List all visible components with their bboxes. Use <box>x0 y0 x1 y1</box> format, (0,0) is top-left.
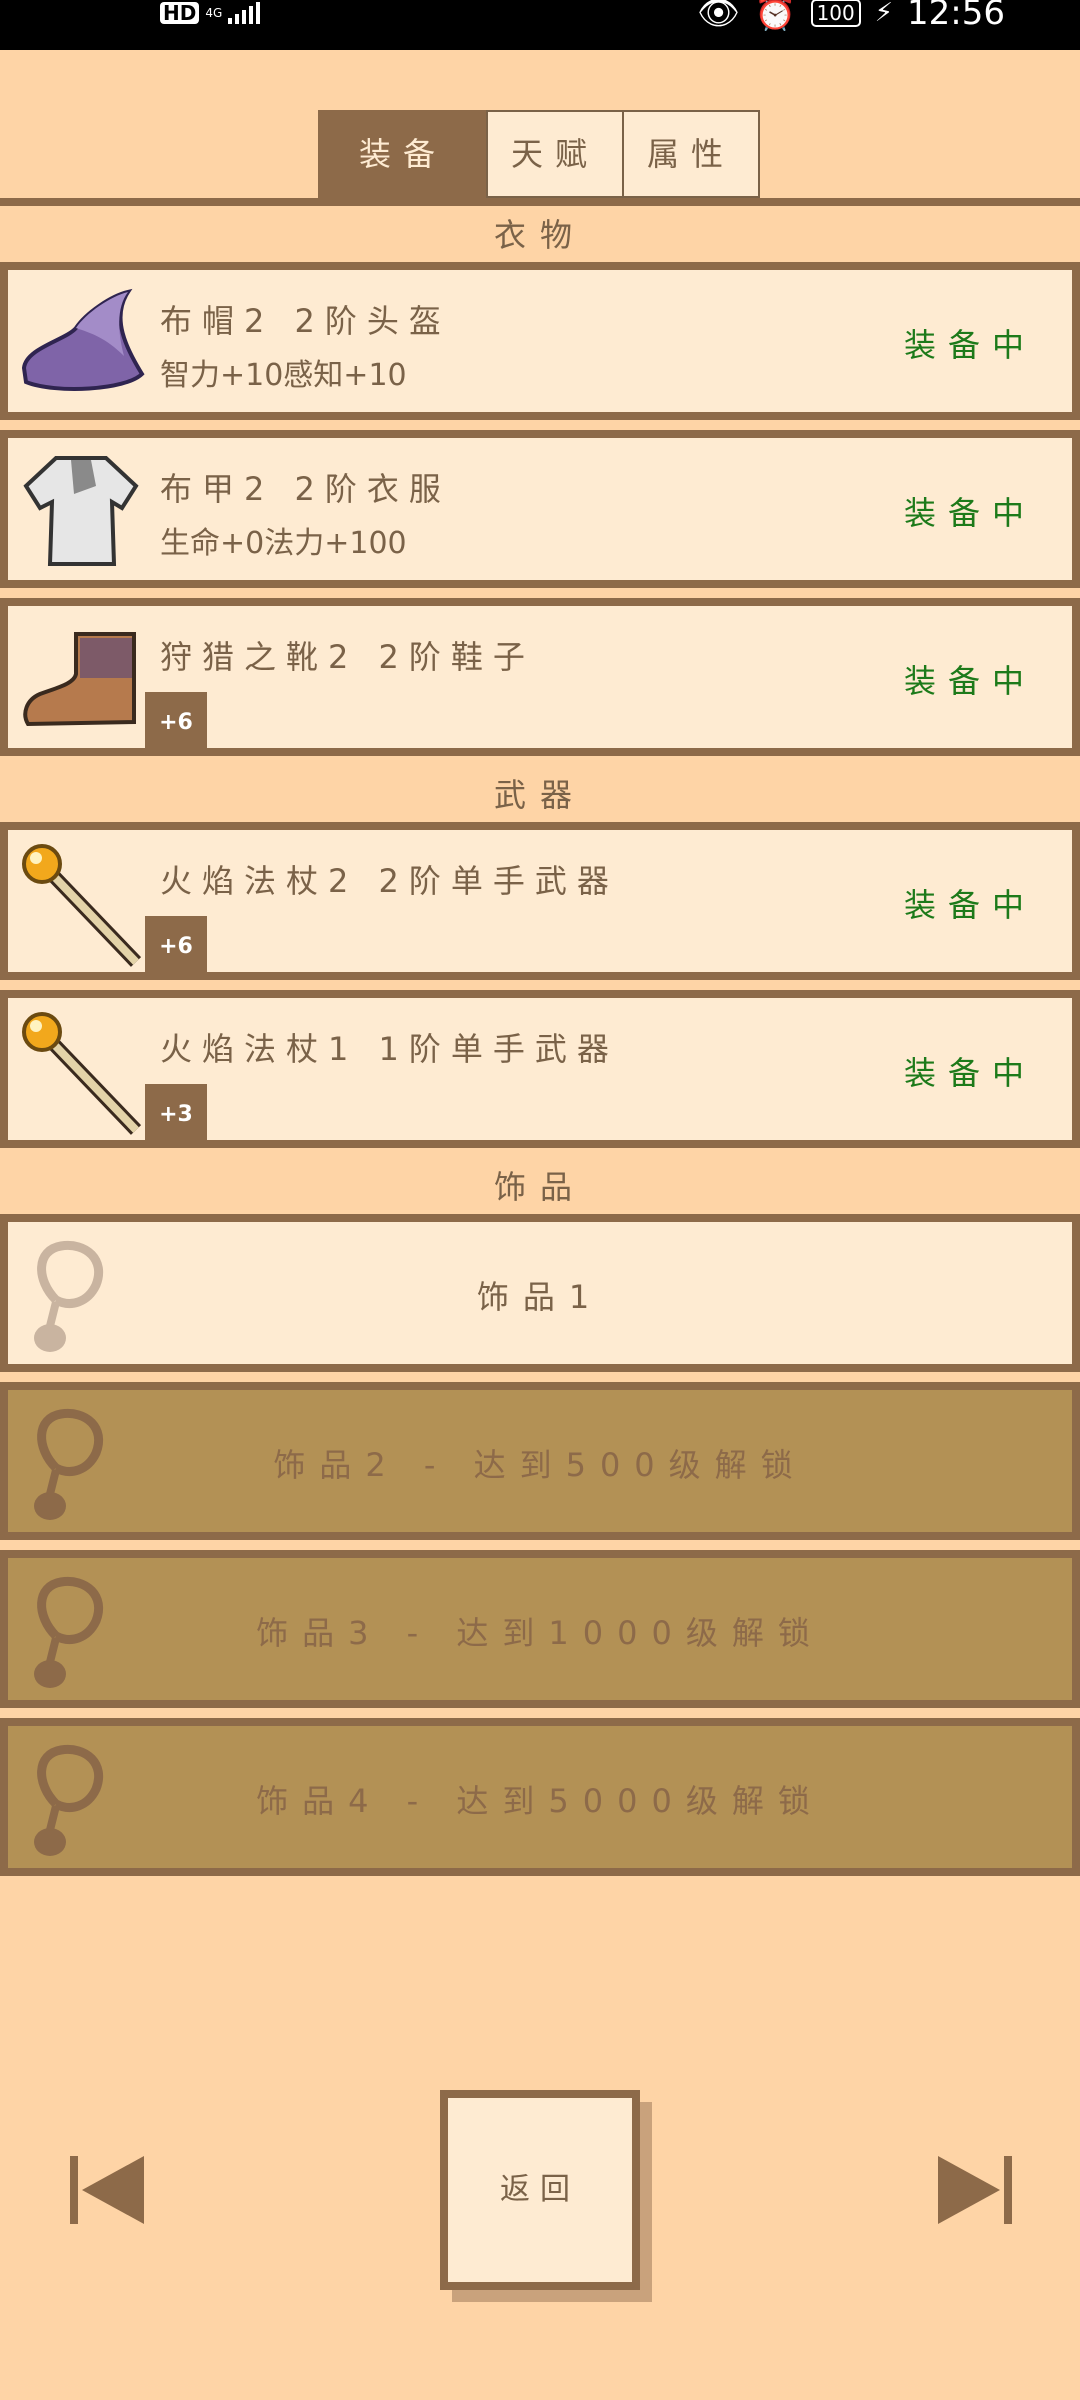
fire-staff-icon <box>22 844 142 967</box>
equipped-status: 装备中 <box>903 494 1036 532</box>
tab-attributes[interactable]: 属性 <box>622 110 760 198</box>
equipment-item-staff-1[interactable]: 火焰法杖1 1阶单手武器 +3 装备中 <box>0 990 1080 1148</box>
equipment-item-hat[interactable]: 布帽2 2阶头盔 智力+10感知+10 装备中 <box>0 262 1080 420</box>
equipped-status: 装备中 <box>903 1054 1036 1092</box>
equipment-item-staff-2[interactable]: 火焰法杖2 2阶单手武器 +6 装备中 <box>0 822 1080 980</box>
clock: 12:56 <box>907 0 1005 33</box>
next-page-icon[interactable] <box>934 2150 1014 2230</box>
hd-icon: HD <box>160 2 200 24</box>
accessory-label: 饰品2 - 达到500级解锁 <box>273 1446 807 1484</box>
eye-icon: 👁 <box>697 0 741 33</box>
alarm-icon: ⏰ <box>754 0 797 33</box>
section-header-clothing: 衣物 <box>493 216 586 254</box>
item-title: 布帽2 2阶头盔 <box>160 302 451 340</box>
item-stats: 生命+0法力+100 <box>160 526 407 561</box>
accessory-slot-3: 饰品3 - 达到1000级解锁 <box>0 1550 1080 1708</box>
tab-bar: 装备 天赋 属性 <box>318 110 760 198</box>
boots-icon <box>23 632 136 727</box>
fire-staff-icon <box>22 1012 142 1135</box>
charging-icon: ⚡ <box>874 0 894 28</box>
previous-page-icon[interactable] <box>68 2150 148 2230</box>
tab-talents[interactable]: 天赋 <box>486 110 624 198</box>
back-button[interactable]: 返回 <box>440 2090 640 2290</box>
item-stats: 智力+10感知+10 <box>160 358 407 393</box>
signal-icon <box>228 2 261 24</box>
accessory-slot-2: 饰品2 - 达到500级解锁 <box>0 1382 1080 1540</box>
equipped-status: 装备中 <box>903 662 1036 700</box>
network-type: 4G <box>205 6 223 20</box>
equipped-status: 装备中 <box>903 326 1036 364</box>
enchant-badge: +3 <box>145 1084 207 1146</box>
status-bar: HD 4G 👁 ⏰ 100 ⚡ 12:56 <box>0 0 1080 50</box>
equipment-item-boots[interactable]: 狩猎之靴2 2阶鞋子 +6 装备中 <box>0 598 1080 756</box>
accessory-label: 饰品3 - 达到1000级解锁 <box>256 1614 824 1652</box>
accessory-label: 饰品4 - 达到5000级解锁 <box>256 1782 824 1820</box>
tab-equipment[interactable]: 装备 <box>318 110 488 198</box>
enchant-badge: +6 <box>145 692 207 754</box>
enchant-badge: +6 <box>145 916 207 978</box>
section-header-accessories: 饰品 <box>493 1168 586 1206</box>
item-title: 火焰法杖1 1阶单手武器 <box>160 1030 619 1068</box>
accessory-label: 饰品1 <box>476 1278 604 1316</box>
item-title: 火焰法杖2 2阶单手武器 <box>160 862 619 900</box>
accessory-slot-1[interactable]: 饰品1 <box>0 1214 1080 1372</box>
battery-icon: 100 <box>810 0 861 27</box>
item-title: 狩猎之靴2 2阶鞋子 <box>160 638 535 676</box>
equipped-status: 装备中 <box>903 886 1036 924</box>
cloth-armor-icon <box>23 456 139 566</box>
equipment-item-armor[interactable]: 布甲2 2阶衣服 生命+0法力+100 装备中 <box>0 430 1080 588</box>
wizard-hat-icon <box>21 288 145 391</box>
item-title: 布甲2 2阶衣服 <box>160 470 451 508</box>
divider <box>0 198 1080 206</box>
section-header-weapons: 武器 <box>493 776 586 814</box>
accessory-slot-4: 饰品4 - 达到5000级解锁 <box>0 1718 1080 1876</box>
